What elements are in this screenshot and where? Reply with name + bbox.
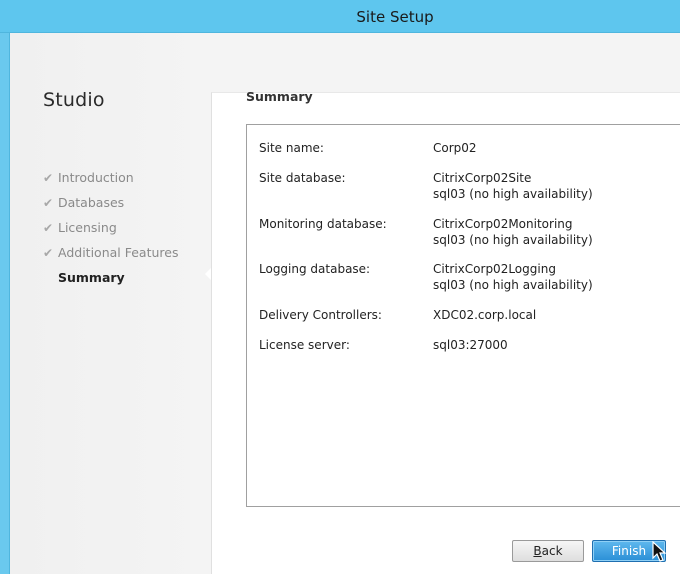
step-label: Introduction xyxy=(58,170,134,185)
step-label: Databases xyxy=(58,195,125,210)
step-introduction: ✔ Introduction xyxy=(43,165,178,190)
summary-value: sql03:27000 xyxy=(433,337,508,353)
summary-value-line: CitrixCorp02Logging xyxy=(433,262,556,276)
back-mnemonic: B xyxy=(533,544,542,558)
step-label: Summary xyxy=(58,270,125,285)
summary-value-line: sql03 (no high availability) xyxy=(433,187,593,201)
summary-label: Logging database: xyxy=(259,262,371,276)
step-licensing: ✔ Licensing xyxy=(43,215,178,240)
wizard-nav-pane: Studio ✔ Introduction ✔ Databases ✔ Lice… xyxy=(10,33,210,574)
summary-panel: Site name: Corp02 Site database: CitrixC… xyxy=(246,124,680,507)
step-summary: ✔ Summary xyxy=(43,265,178,290)
brand-title: Studio xyxy=(43,89,105,111)
title-bar: Site Setup xyxy=(0,0,680,33)
window-client: Studio ✔ Introduction ✔ Databases ✔ Lice… xyxy=(9,33,680,574)
summary-value: XDC02.corp.local xyxy=(433,307,536,323)
summary-label: License server: xyxy=(259,338,350,352)
checkmark-icon: ✔ xyxy=(43,220,54,235)
summary-value-line: XDC02.corp.local xyxy=(433,308,537,322)
summary-label: Monitoring database: xyxy=(259,217,387,231)
step-databases: ✔ Databases xyxy=(43,190,178,215)
summary-value: CitrixCorp02Monitoring sql03 (no high av… xyxy=(433,216,593,248)
summary-value-line: CitrixCorp02Site xyxy=(433,171,532,185)
summary-value-line: sql03 (no high availability) xyxy=(433,278,593,292)
summary-label: Site name: xyxy=(259,141,324,155)
wizard-steps: ✔ Introduction ✔ Databases ✔ Licensing ✔… xyxy=(43,165,178,290)
summary-label: Delivery Controllers: xyxy=(259,308,382,322)
step-additional-features: ✔ Additional Features xyxy=(43,240,178,265)
summary-value-line: CitrixCorp02Monitoring xyxy=(433,217,573,231)
summary-value: Corp02 xyxy=(433,140,477,156)
step-label: Licensing xyxy=(58,220,117,235)
checkmark-icon: ✔ xyxy=(43,245,54,260)
summary-value-line: sql03 (no high availability) xyxy=(433,233,593,247)
step-label: Additional Features xyxy=(58,245,179,260)
summary-value-line: Corp02 xyxy=(433,141,477,155)
summary-value-line: sql03:27000 xyxy=(433,338,508,352)
window-title: Site Setup xyxy=(356,7,434,26)
back-button[interactable]: Back xyxy=(512,540,584,562)
checkmark-icon: ✔ xyxy=(43,195,54,210)
checkmark-icon: ✔ xyxy=(43,170,54,185)
window-frame: Studio ✔ Introduction ✔ Databases ✔ Lice… xyxy=(0,33,680,574)
mouse-pointer-icon xyxy=(652,541,667,562)
back-label-rest: ack xyxy=(541,544,563,558)
summary-value: CitrixCorp02Site sql03 (no high availabi… xyxy=(433,170,593,202)
current-step-pointer-icon xyxy=(205,268,211,280)
section-title: Summary xyxy=(246,89,313,104)
summary-value: CitrixCorp02Logging sql03 (no high avail… xyxy=(433,261,593,293)
summary-label: Site database: xyxy=(259,171,346,185)
